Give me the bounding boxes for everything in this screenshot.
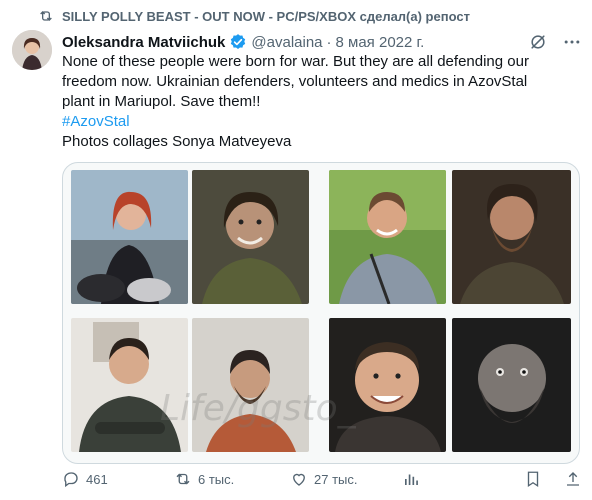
tweet-text-line: None of these people were born for war. …	[62, 53, 529, 70]
hashtag-link[interactable]: #AzovStal	[62, 113, 130, 130]
grok-icon[interactable]	[528, 32, 548, 52]
photo-bearded-man-dark[interactable]	[452, 170, 571, 304]
media-grid[interactable]	[62, 162, 580, 464]
bookmark-icon[interactable]	[524, 470, 542, 488]
repost-header[interactable]: SILLY POLLY BEAST - OUT NOW - PC/PS/XBOX…	[38, 8, 470, 24]
photo-man-arms-crossed[interactable]	[71, 318, 188, 452]
tweet-header: Oleksandra Matviichuk @avalaina · 8 мая …	[62, 32, 582, 52]
reply-count: 461	[86, 471, 108, 487]
repost-button[interactable]: 6 тыс.	[174, 470, 290, 488]
photo-man-smiling-closeup[interactable]	[329, 318, 446, 452]
tweet-date[interactable]: 8 мая 2022 г.	[336, 34, 425, 51]
repost-icon	[176, 473, 190, 485]
photo-man-smiling-outdoors[interactable]	[329, 170, 446, 304]
tweet-text-line: plant in Mariupol. Save them!!	[62, 93, 261, 110]
photo-bearded-man-portrait[interactable]	[452, 318, 571, 452]
repost-label: SILLY POLLY BEAST - OUT NOW - PC/PS/XBOX…	[62, 8, 470, 24]
more-icon[interactable]	[562, 32, 582, 52]
tweet-text: None of these people were born for war. …	[62, 52, 582, 152]
repost-count: 6 тыс.	[198, 471, 235, 487]
photo-credit: Photos collages Sonya Matveyeva	[62, 133, 292, 150]
secondary-actions	[524, 470, 582, 488]
repost-icon	[40, 11, 52, 21]
action-bar: 461 6 тыс. 27 тыс.	[62, 468, 582, 490]
like-button[interactable]: 27 тыс.	[290, 470, 402, 488]
avatar-image	[12, 30, 52, 70]
like-count: 27 тыс.	[314, 471, 358, 487]
verified-badge-icon	[231, 34, 246, 49]
author-name[interactable]: Oleksandra Matviichuk	[62, 34, 225, 51]
photo-woman-on-motorcycle[interactable]	[71, 170, 188, 304]
views-icon	[405, 474, 418, 485]
reply-button[interactable]: 461	[62, 470, 174, 488]
avatar[interactable]	[12, 30, 52, 70]
separator-dot: ·	[326, 33, 332, 51]
heart-icon	[293, 473, 305, 486]
photo-woman-smiling-dirty-face[interactable]	[192, 170, 309, 304]
author-handle[interactable]: @avalaina	[251, 34, 322, 51]
share-icon[interactable]	[564, 470, 582, 488]
views-button[interactable]	[402, 470, 502, 488]
reply-icon	[64, 472, 78, 488]
tweet-text-line: freedom now. Ukrainian defenders, volunt…	[62, 73, 528, 90]
photo-man-hospital-room[interactable]	[192, 318, 309, 452]
